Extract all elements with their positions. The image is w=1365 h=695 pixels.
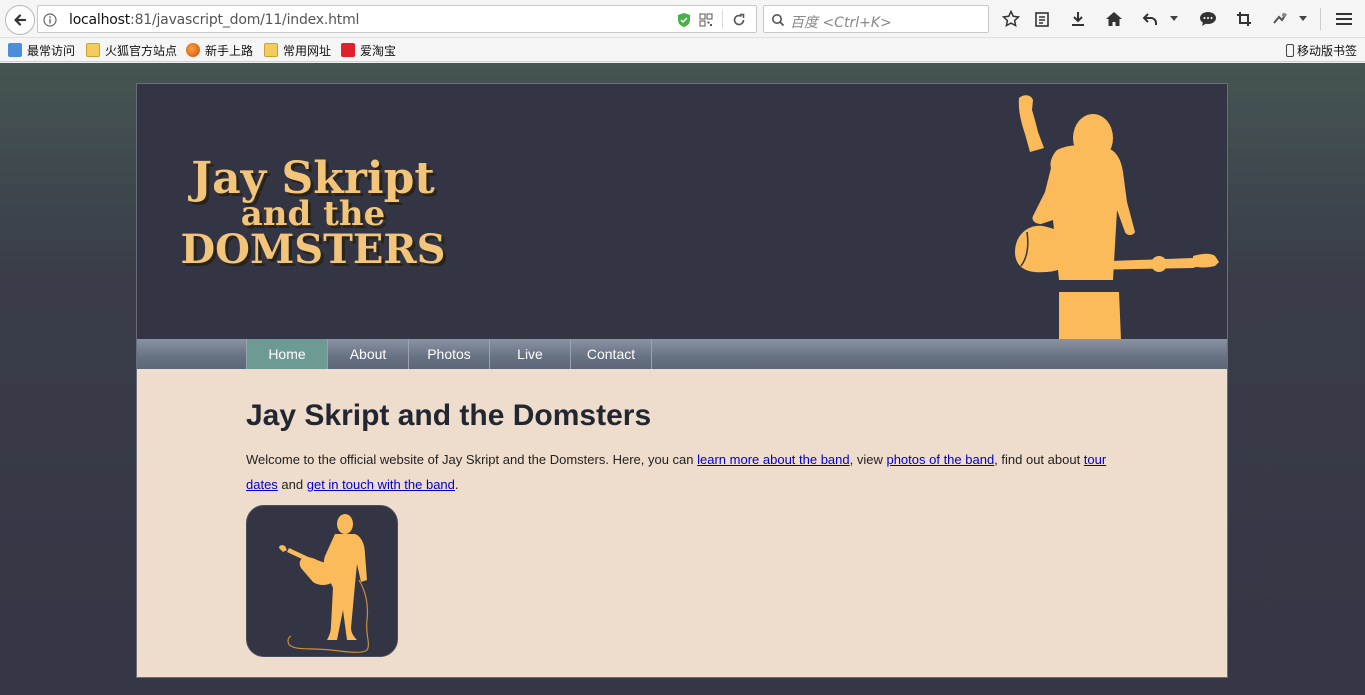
firefox-icon (186, 43, 200, 57)
bookmarks-toolbar: 最常访问 火狐官方站点 新手上路 常用网址 爱淘宝 移动版书签 (0, 38, 1365, 62)
url-text: localhost:81/javascript_dom/11/index.htm… (69, 12, 360, 28)
info-icon[interactable] (42, 12, 58, 28)
qr-code-icon[interactable] (698, 12, 714, 28)
bookmark-taobao[interactable]: 爱淘宝 (341, 42, 396, 58)
menu-hamburger-icon[interactable] (1334, 9, 1354, 29)
site-container: Jay Skript Jay Skript and the and the DO… (136, 83, 1228, 678)
nav-list: Home About Photos Live Contact (246, 339, 652, 369)
main-content: Jay Skript and the Domsters Welcome to t… (137, 369, 1227, 677)
nav-live[interactable]: Live (490, 339, 571, 369)
page-title: Jay Skript and the Domsters (246, 399, 652, 432)
bookmark-getting-started[interactable]: 新手上路 (186, 42, 253, 58)
shield-icon[interactable] (676, 12, 692, 28)
back-button[interactable] (5, 5, 35, 35)
search-placeholder: 百度 <Ctrl+K> (790, 15, 892, 31)
chat-bubble-icon[interactable] (1198, 9, 1218, 29)
most-visited-icon (8, 43, 22, 57)
nav-home[interactable]: Home (247, 339, 328, 369)
bookmark-firefox-site[interactable]: 火狐官方站点 (86, 42, 177, 58)
bookmark-common-sites[interactable]: 常用网址 (264, 42, 331, 58)
search-bar[interactable]: 百度 <Ctrl+K> (763, 5, 989, 33)
site-header: Jay Skript Jay Skript and the and the DO… (137, 84, 1227, 339)
contact-link[interactable]: get in touch with the band (307, 477, 455, 492)
home-icon[interactable] (1104, 9, 1124, 29)
mobile-phone-icon (1286, 43, 1294, 57)
guitarist-photo (246, 505, 398, 657)
folder-icon (86, 43, 100, 57)
url-bar[interactable]: localhost:81/javascript_dom/11/index.htm… (37, 5, 757, 33)
download-icon[interactable] (1068, 9, 1088, 29)
taobao-icon (341, 43, 355, 57)
reload-icon[interactable] (731, 12, 747, 28)
browser-toolbar: localhost:81/javascript_dom/11/index.htm… (0, 0, 1365, 38)
about-link[interactable]: learn more about the band (697, 452, 850, 467)
reading-list-icon[interactable] (1032, 9, 1052, 29)
extension-icon[interactable] (1270, 9, 1290, 29)
main-nav: Home About Photos Live Contact (137, 339, 1227, 369)
svg-text:DOMSTERS: DOMSTERS (180, 226, 445, 272)
back-arrow-icon (14, 14, 27, 26)
search-icon (770, 12, 786, 28)
undo-icon[interactable] (1140, 9, 1160, 29)
intro-paragraph: Welcome to the official website of Jay S… (246, 452, 1107, 492)
guitarist-image (279, 514, 370, 653)
star-bookmark-icon[interactable] (1001, 9, 1021, 29)
band-logo: Jay Skript Jay Skript and the and the DO… (180, 153, 448, 272)
nav-photos[interactable]: Photos (409, 339, 490, 369)
nav-about[interactable]: About (328, 339, 409, 369)
photos-link[interactable]: photos of the band (886, 452, 994, 467)
nav-contact[interactable]: Contact (571, 339, 652, 369)
page-viewport: Jay Skript Jay Skript and the and the DO… (0, 63, 1365, 695)
folder-icon (264, 43, 278, 57)
guitarist-silhouette (1015, 95, 1219, 339)
bookmark-most-visited[interactable]: 最常访问 (8, 42, 75, 58)
chevron-down-icon[interactable] (1297, 9, 1309, 29)
chevron-down-icon[interactable] (1168, 9, 1180, 29)
mobile-bookmarks[interactable]: 移动版书签 (1286, 42, 1357, 58)
crop-screenshot-icon[interactable] (1234, 9, 1254, 29)
